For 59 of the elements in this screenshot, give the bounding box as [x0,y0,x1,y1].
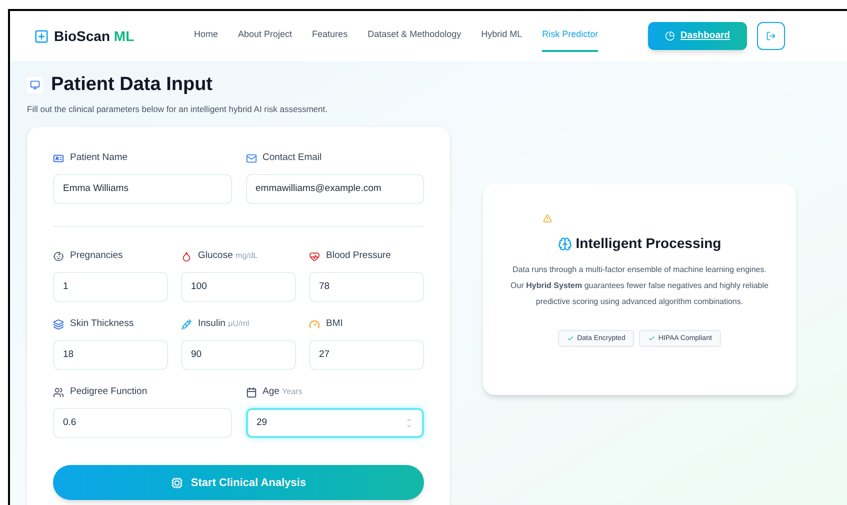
field-label: Patient Name [70,151,128,166]
droplet-icon [181,250,192,262]
input-field[interactable]: 18 [53,340,168,370]
field-label: Age Years [262,385,302,400]
chart-icon [665,31,676,41]
page-subtitle: Fill out the clinical parameters below for an intelligent hybrid AI risk assessment. [27,102,328,116]
card-title: Intelligent Processing [576,234,722,254]
gauge-icon [309,318,320,330]
input-field[interactable]: 100 [181,272,296,302]
id-card-icon [53,152,64,164]
logout-button[interactable] [757,22,786,50]
nav-link[interactable]: Home [194,20,218,52]
input-field[interactable]: 0.6 [53,408,232,438]
layers-icon [53,318,64,330]
card-description: Data runs through a multi-factor ensemble of machine learning engines. Our Hybrid System guarantees fewer false negatives and highly reliable predictive scoring using advanced algorithm combinations. [510,264,770,308]
field-label: Pedigree Function [70,385,148,400]
field-value: 29 [256,416,268,430]
field-label: Blood Pressure [326,249,391,264]
nav-link[interactable]: Hybrid ML [481,20,522,52]
field-label: Insulin μU/ml [198,317,250,332]
brand-name[interactable]: BioScan ML [54,26,134,46]
input-field[interactable]: 78 [309,272,424,302]
field-label: BMI [326,317,343,332]
warning-icon [543,214,552,224]
input-field[interactable]: 27 [309,340,424,370]
mail-icon [246,152,256,164]
input-field[interactable]: Emma Williams [53,174,232,204]
field-value: 90 [191,348,202,362]
page-title: Patient Data Input [51,73,213,97]
field-value: 18 [63,348,74,362]
nav-link[interactable]: Features [312,20,348,52]
heart-icon [309,250,320,262]
field-value: 1 [63,280,68,294]
nav-link[interactable]: Dataset & Methodology [368,20,462,52]
field-label: Contact Email [262,151,322,166]
field-label: Glucose mg/dL [198,249,258,264]
input-field[interactable]: 29 [246,408,424,438]
syringe-icon [181,318,192,330]
field-value: 27 [319,348,330,362]
input-field[interactable]: emmawilliams@example.com [246,174,424,204]
chip-icon [170,476,183,489]
field-value: emmawilliams@example.com [256,182,382,196]
input-field[interactable]: 1 [53,272,168,302]
field-value: 78 [319,280,330,294]
users-icon [53,386,64,398]
brain-icon [558,236,572,251]
logout-icon [766,31,776,41]
baby-icon [53,250,64,262]
calendar-icon [246,386,256,398]
field-value: 100 [191,280,207,294]
field-label: Skin Thickness [70,317,134,332]
input-field[interactable]: 90 [181,340,296,370]
field-value: Emma Williams [63,182,128,196]
nav-link[interactable]: About Project [238,20,292,52]
monitor-icon [27,77,43,94]
spinner-icon[interactable] [405,417,413,430]
logo-icon [34,28,49,44]
field-label: Pregnancies [70,249,123,264]
field-value: 0.6 [63,416,76,430]
